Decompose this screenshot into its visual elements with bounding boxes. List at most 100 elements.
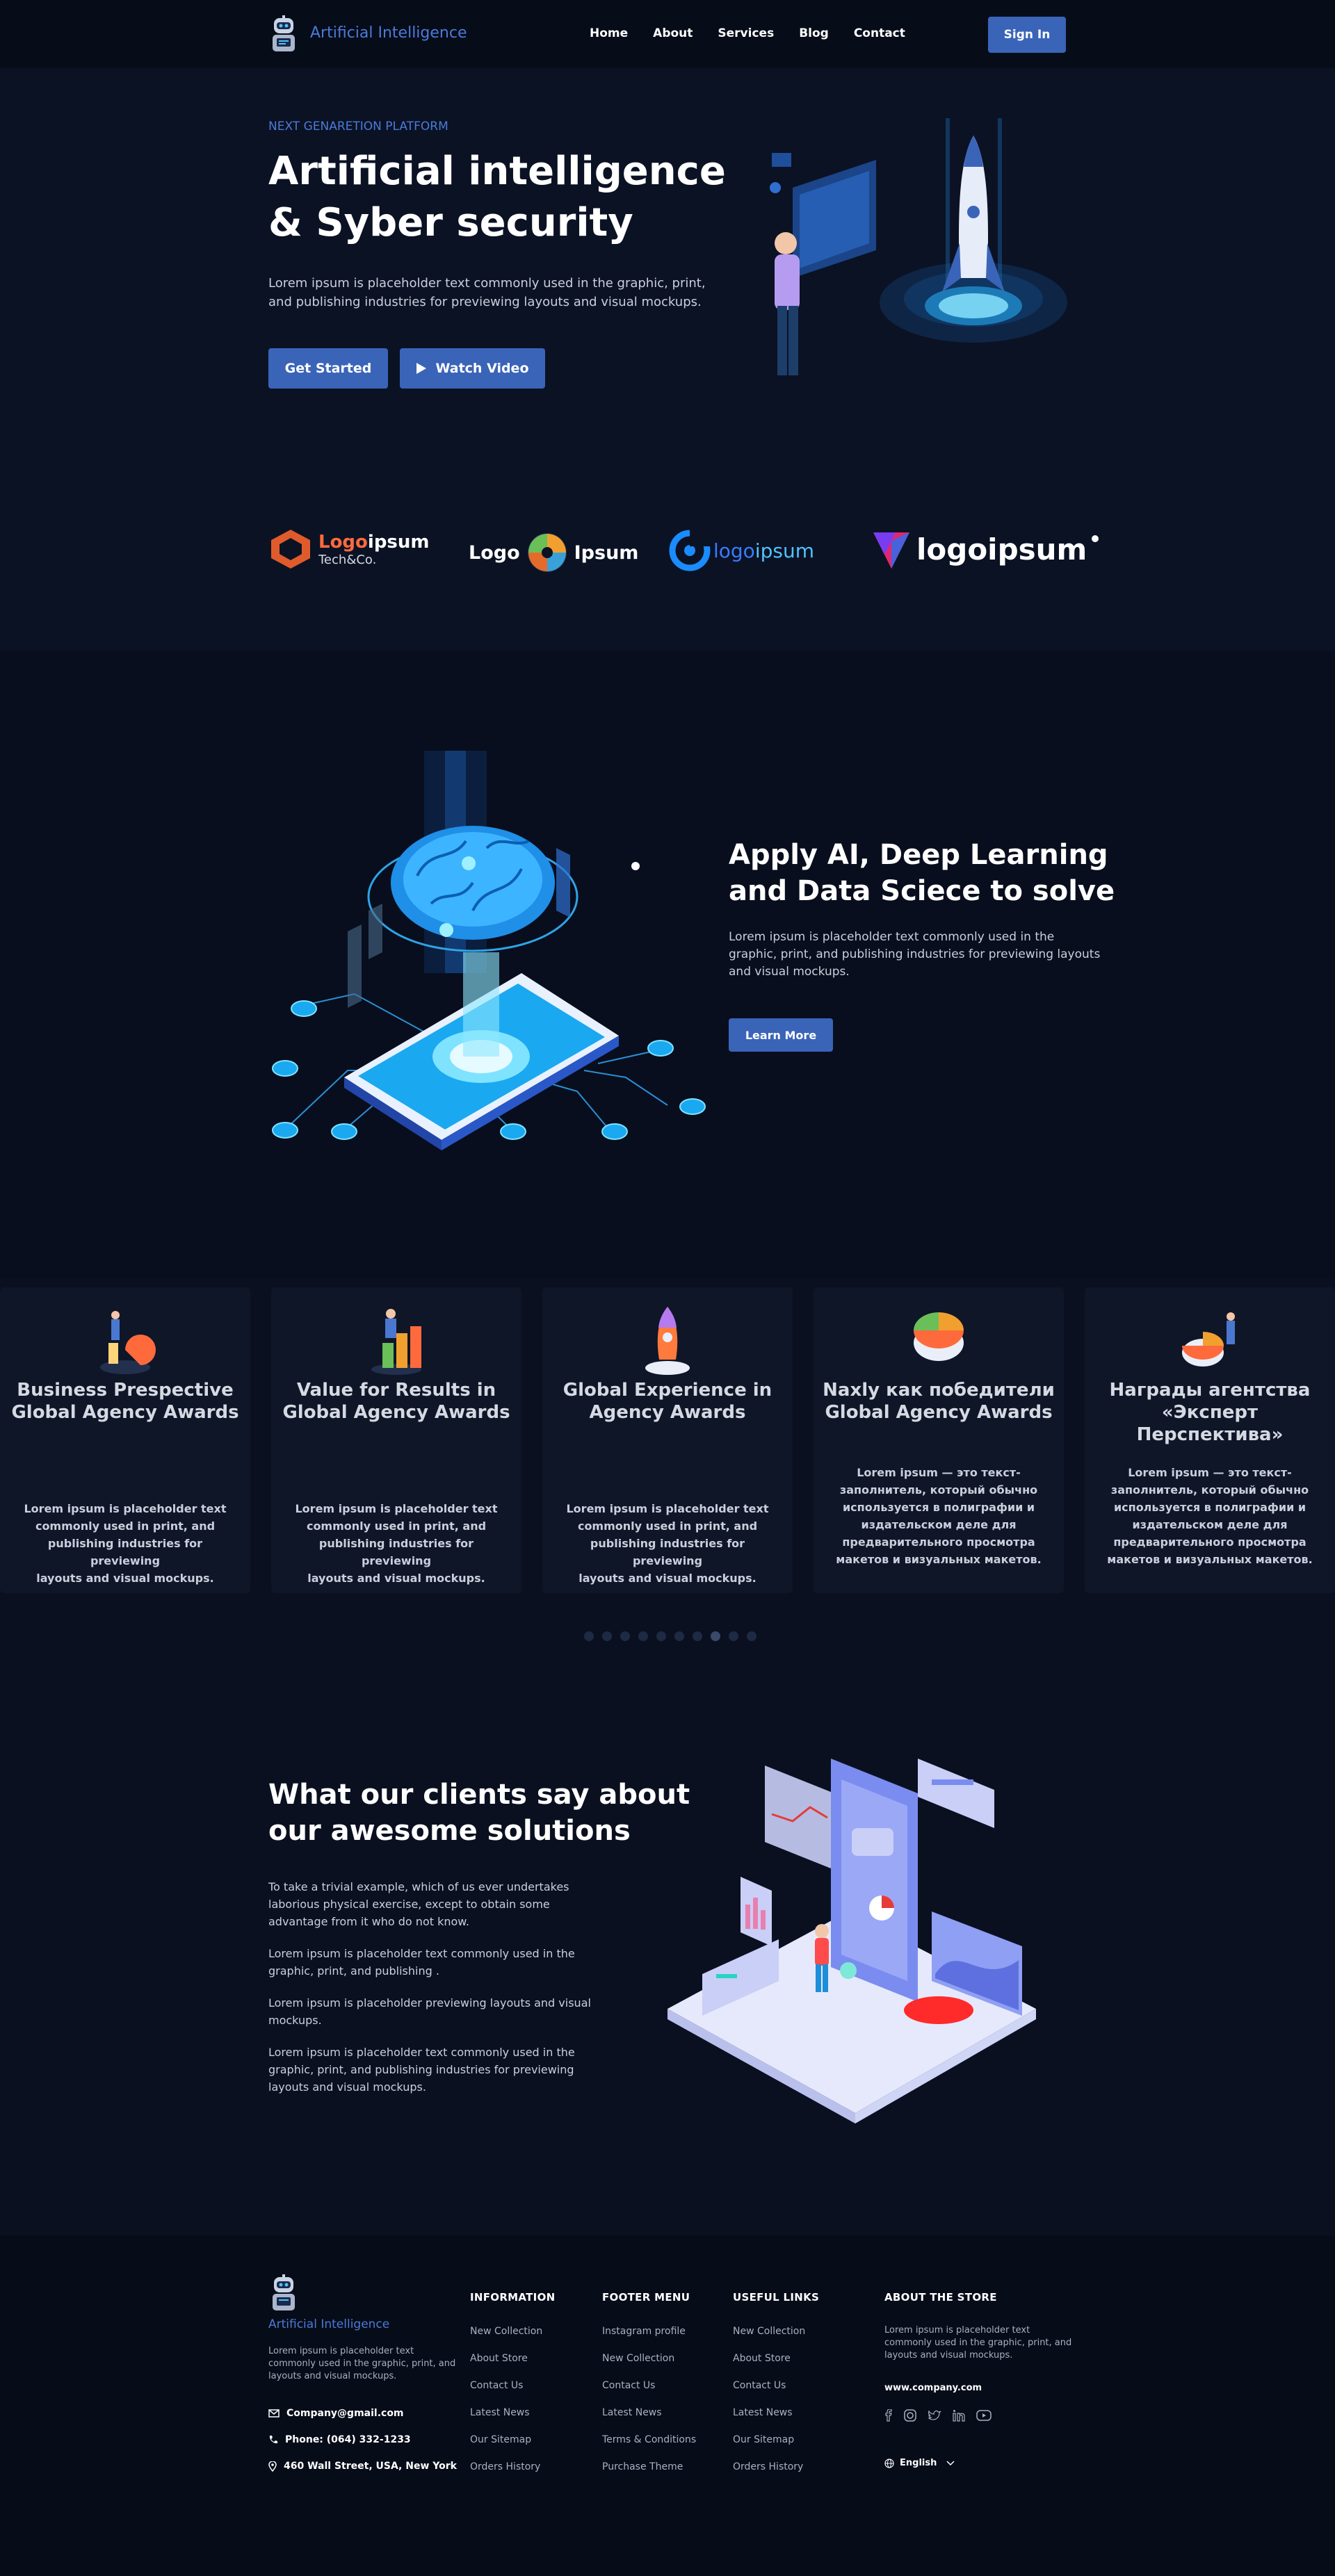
social-links xyxy=(884,2409,992,2422)
carousel-dot[interactable] xyxy=(747,1631,756,1641)
award-card-2[interactable]: Value for Results in Global Agency Awards… xyxy=(271,1287,521,1593)
carousel-dot[interactable] xyxy=(638,1631,648,1641)
logo-triangle[interactable]: logoipsum xyxy=(871,527,1099,571)
language-label: English xyxy=(900,2458,937,2468)
footer-address: 460 Wall Street, USA, New York xyxy=(268,2461,457,2472)
footer-link[interactable]: About Store xyxy=(470,2353,528,2364)
footer-link[interactable]: Instagram profile xyxy=(602,2326,686,2337)
award-card-1[interactable]: Business Prespective Global Agency Awards… xyxy=(0,1287,250,1593)
watch-video-button[interactable]: Watch Video xyxy=(400,348,545,389)
site-header: Artificial Intelligence Home About Servi… xyxy=(0,0,1335,68)
card-text-line: предварительного просмотра xyxy=(1113,1535,1306,1549)
card-title-4a: Naxly как победители xyxy=(823,1380,1055,1401)
carousel-dot[interactable] xyxy=(602,1631,612,1641)
text-line: Lorem ipsum is placeholder text commonly… xyxy=(268,2046,575,2059)
location-pin-icon xyxy=(268,2461,277,2472)
linkedin-icon[interactable] xyxy=(953,2409,965,2422)
footer-link[interactable]: Contact Us xyxy=(602,2380,655,2391)
twitter-icon[interactable] xyxy=(928,2409,941,2422)
card-title-5a: Награды агентства xyxy=(1109,1380,1311,1401)
card-title-3a: Global Experience in xyxy=(563,1380,772,1401)
carousel-dot[interactable] xyxy=(674,1631,684,1641)
phone-icon xyxy=(269,2436,277,2444)
carousel-dot[interactable] xyxy=(620,1631,630,1641)
carousel-dot[interactable] xyxy=(711,1631,720,1641)
nav-home[interactable]: Home xyxy=(590,26,628,40)
footer-email[interactable]: Company@gmail.com xyxy=(268,2408,404,2419)
logo-circle[interactable]: logo ipsum xyxy=(669,530,814,571)
footer-link[interactable]: New Collection xyxy=(733,2326,805,2337)
footer-link[interactable]: Latest News xyxy=(733,2407,793,2418)
footer-link[interactable]: Contact Us xyxy=(470,2380,523,2391)
footer-brand[interactable]: Artificial Intelligence xyxy=(268,2317,389,2331)
footer-link[interactable]: New Collection xyxy=(470,2326,542,2337)
hero-title-line1: Artificial intelligence xyxy=(268,149,726,194)
footer-website[interactable]: www.company.com xyxy=(884,2383,982,2393)
nav-contact[interactable]: Contact xyxy=(854,26,905,40)
footer-link[interactable]: Latest News xyxy=(470,2407,530,2418)
text-line: layouts and visual mockups. xyxy=(884,2350,1013,2361)
nav-blog[interactable]: Blog xyxy=(799,26,829,40)
carousel-dot[interactable] xyxy=(584,1631,594,1641)
site-footer xyxy=(0,2235,1335,2576)
testimonial-p4: Lorem ipsum is placeholder text commonly… xyxy=(268,2044,575,2096)
sign-in-button[interactable]: Sign In xyxy=(988,17,1066,53)
footer-link[interactable]: Purchase Theme xyxy=(602,2461,683,2472)
registered-dot-icon xyxy=(1092,535,1099,542)
award-card-4[interactable]: Naxly как победители Global Agency Awards… xyxy=(814,1287,1064,1593)
footer-link[interactable]: Orders History xyxy=(733,2461,803,2472)
feature-text-line2: graphic, print, and publishing industrie… xyxy=(729,947,1101,961)
testimonial-p1: To take a trivial example, which of us e… xyxy=(268,1878,569,1930)
nav-about[interactable]: About xyxy=(653,26,693,40)
footer-link[interactable]: Our Sitemap xyxy=(733,2434,794,2445)
text-line: mockups. xyxy=(268,2014,322,2027)
footer-link[interactable]: Our Sitemap xyxy=(470,2434,531,2445)
hero-illustration xyxy=(770,118,1067,375)
circle-logo-icon xyxy=(669,530,711,571)
footer-link[interactable]: Orders History xyxy=(470,2461,540,2472)
award-card-3[interactable]: Global Experience in Agency Awards Lorem … xyxy=(542,1287,793,1593)
facebook-icon[interactable] xyxy=(884,2409,893,2422)
footer-link[interactable]: About Store xyxy=(733,2353,791,2364)
footer-link[interactable]: Contact Us xyxy=(733,2380,786,2391)
robot-logo-icon[interactable] xyxy=(267,2274,300,2313)
logo-pinwheel[interactable]: Logo Ipsum xyxy=(469,531,638,574)
footer-link[interactable]: Terms & Conditions xyxy=(602,2434,696,2445)
feature-title-line2: and Data Sciece to solve xyxy=(729,875,1115,907)
triangle-logo-icon xyxy=(873,532,909,569)
footer-link[interactable]: Latest News xyxy=(602,2407,662,2418)
card-text-line: Lorem ipsum — это текст- xyxy=(857,1466,1021,1479)
feature-text-line1: Lorem ipsum is placeholder text commonly… xyxy=(729,930,1055,944)
nav-services[interactable]: Services xyxy=(718,26,774,40)
globe-icon xyxy=(884,2458,894,2468)
language-selector[interactable]: English xyxy=(884,2458,955,2468)
pinwheel-logo-icon xyxy=(527,533,567,572)
footer-about-store-title: ABOUT THE STORE xyxy=(884,2291,997,2304)
card-text-line: commonly used in print, and xyxy=(35,1519,216,1533)
hero-text-line2: and publishing industries for previewing… xyxy=(268,295,702,309)
youtube-icon[interactable] xyxy=(976,2410,992,2421)
text-line: graphic, print, and publishing . xyxy=(268,1964,439,1978)
card-text-line: layouts and visual mockups. xyxy=(307,1572,485,1585)
testimonial-p3: Lorem ipsum is placeholder previewing la… xyxy=(268,1994,591,2029)
footer-link[interactable]: New Collection xyxy=(602,2353,674,2364)
carousel-dot[interactable] xyxy=(656,1631,666,1641)
text-line: commonly used in the graphic, print, and xyxy=(268,2358,456,2369)
card-text-line: Lorem ipsum is placeholder text xyxy=(24,1502,227,1515)
footer-phone[interactable]: Phone: (064) 332-1233 xyxy=(268,2434,411,2445)
robot-logo-icon[interactable] xyxy=(267,15,300,54)
instagram-icon[interactable] xyxy=(904,2409,916,2422)
get-started-button[interactable]: Get Started xyxy=(268,348,388,389)
carousel-dot[interactable] xyxy=(729,1631,738,1641)
card-text-line: используется в полиграфии и xyxy=(842,1501,1035,1514)
card-text-line: Lorem ipsum is placeholder text xyxy=(566,1502,769,1515)
logo-techco[interactable]: Logoipsum Tech&Co. xyxy=(268,528,430,570)
carousel-dot[interactable] xyxy=(693,1631,702,1641)
logo2-part-b: Ipsum xyxy=(574,541,639,564)
award-card-5[interactable]: Награды агентства «Эксперт Перспектива» Lo… xyxy=(1085,1287,1335,1593)
brand-name[interactable]: Artificial Intelligence xyxy=(310,24,467,42)
card-title-1b: Global Agency Awards xyxy=(11,1402,239,1423)
feature-text-line3: and visual mockups. xyxy=(729,965,850,979)
logo3-part-b: ipsum xyxy=(754,539,814,562)
learn-more-button[interactable]: Learn More xyxy=(729,1018,833,1052)
